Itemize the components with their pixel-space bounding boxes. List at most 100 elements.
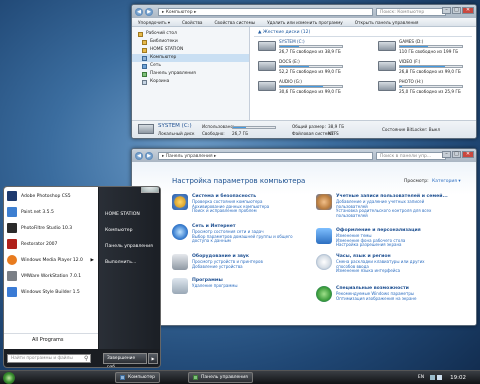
address-bar[interactable]: ▸ Панель управления ▸ [158,151,373,160]
program-item[interactable]: Adobe Photoshop CS5 [4,189,98,203]
category-link[interactable]: Поиск и исправление проблем [192,209,269,214]
taskbar-button-computer[interactable]: Компьютер [115,372,160,383]
paintnet-icon [7,207,17,217]
nav-item-control-panel[interactable]: Панель управления [132,70,249,78]
drive-d[interactable]: GAMES (D:) 110 ГБ свободно из 199 ГБ [378,39,463,54]
nav-item-desktop[interactable]: Рабочий стол [132,30,249,38]
start-menu: Adobe Photoshop CS5 Paint.net 3.5.5 Phot… [3,186,161,368]
control-panel-icon [142,71,147,77]
drive-h[interactable]: PHOTO (H:) 25,0 ГБ свободно из 25,9 ГБ [378,79,463,94]
category-link[interactable]: Изменение языка интерфейса [336,269,425,274]
category-link[interactable]: Удаление программы [192,283,238,289]
nav-item-network[interactable]: Сеть [132,62,249,70]
start-link-control-panel[interactable]: Панель управления [99,239,160,255]
maximize-icon[interactable]: □ [452,151,461,158]
group-header-hard-drives[interactable]: ▲ Жесткие диски (12) [254,27,472,37]
start-search-input[interactable]: Найти программы и файлы [7,354,91,363]
shutdown-button[interactable]: Завершение раб... [103,353,147,367]
drive-usage-bar [399,85,463,88]
drive-e[interactable]: DOCS (E:) 52,2 ГБ свободно из 99,0 ГБ [258,59,343,74]
nav-label: HOME STATION [150,47,184,52]
drive-usage-bar [279,45,343,48]
toolbar-system-properties[interactable]: Свойства системы [214,20,255,25]
toolbar-organize[interactable]: Упорядочить ▾ [138,20,170,25]
programs-icon [172,278,188,294]
category-user-accounts[interactable]: Учетные записи пользователей и семей... Д… [316,194,448,218]
language-indicator[interactable]: EN [418,375,424,380]
category-accessibility[interactable]: Специальные возможности Рекомендуемые Win… [316,286,417,302]
back-icon[interactable]: ◀ [135,151,143,160]
program-item[interactable]: Restorator 2007 [4,237,98,251]
category-link[interactable]: доступа к данным [192,239,293,244]
start-link-computer[interactable]: Компьютер [99,223,160,239]
program-item[interactable]: Windows Media Player 12.0 ▶ [4,253,98,267]
start-link-run[interactable]: Выполнить... [99,255,160,271]
users-icon [316,194,332,210]
control-panel-titlebar[interactable]: ◀ ▶ ▸ Панель управления ▸ Поиск в панели… [132,149,476,162]
user-picture[interactable] [141,187,159,193]
nav-label: Сеть [150,63,161,68]
program-item[interactable]: Paint.net 3.5.5 [4,205,98,219]
program-item[interactable]: PhotoFiltre Studio 10.3 [4,221,98,235]
photofiltre-icon [7,223,17,233]
vmware-icon [7,271,17,281]
drive-c[interactable]: SYSTEM (C:) 26,7 ГБ свободно из 38,9 ГБ [258,39,343,54]
explorer-titlebar[interactable]: ◀ ▶ ▸ Компьютер ▸ Поиск: Компьютер – □ ✕ [132,5,476,18]
drive-free: 26,7 ГБ свободно из 38,9 ГБ [279,49,341,54]
view-dropdown[interactable]: Категория ▾ [432,179,461,184]
category-network-internet[interactable]: Сеть и Интернет Просмотр состояния сети и… [172,224,293,244]
category-link[interactable]: Добавление устройства [192,264,263,270]
drive-free: 25,0 ГБ свободно из 25,9 ГБ [399,89,461,94]
details-pane: SYSTEM (C:) Локальный диск Использовано:… [132,120,476,138]
category-link[interactable]: Настройка разрешения экрана [336,243,421,248]
minimize-icon[interactable]: – [442,151,451,158]
category-appearance[interactable]: Оформление и персонализация Изменение тем… [316,228,421,248]
nav-item-recycle-bin[interactable]: Корзина [132,78,249,86]
network-icon [142,63,147,69]
search-input[interactable]: Поиск: Компьютер [376,7,446,16]
forward-icon[interactable]: ▶ [145,151,153,160]
network-tray-icon[interactable] [430,375,436,380]
category-hardware-sound[interactable]: Оборудование и звук Просмотр устройств и … [172,254,263,270]
nav-item-libraries[interactable]: Библиотеки [132,38,249,46]
program-item[interactable]: Windows Style Builder 1.5 [4,285,98,299]
category-link[interactable]: Оптимизация изображения на экране [336,296,417,302]
category-system-security[interactable]: Система и безопасность Проверка состояния… [172,194,269,214]
taskbar-button-control-panel[interactable]: Панель управления [187,372,253,383]
all-programs-button[interactable]: All Programs [4,333,98,345]
drive-f[interactable]: VIDEO (F:) 26,8 ГБ свободно из 99,0 ГБ [378,59,463,74]
toolbar-control-panel[interactable]: Открыть панель управления [355,20,419,25]
start-orb[interactable] [3,371,15,384]
close-icon[interactable]: ✕ [462,7,474,14]
category-clock-language[interactable]: Часы, язык и регион Смена раскладки клави… [316,254,425,274]
back-icon[interactable]: ◀ [135,7,143,16]
address-bar[interactable]: ▸ Компьютер ▸ [158,7,373,16]
nav-item-user[interactable]: HOME STATION [132,46,249,54]
volume-tray-icon[interactable] [437,375,443,380]
start-link-user[interactable]: HOME STATION [99,207,160,223]
drive-name: SYSTEM (C:) [279,39,305,44]
nav-pane: Рабочий стол Библиотеки HOME STATION Ком… [132,27,250,120]
forward-icon[interactable]: ▶ [145,7,153,16]
clock[interactable]: 19:02 [450,375,466,381]
toolbar-properties[interactable]: Свойства [182,20,202,25]
submenu-arrow-icon[interactable]: ▶ [91,258,94,263]
maximize-icon[interactable]: □ [452,7,461,14]
search-input[interactable]: Поиск в панели упр... [376,151,446,160]
nav-item-computer[interactable]: Компьютер [132,54,249,62]
minimize-icon[interactable]: – [442,7,451,14]
toolbar-uninstall[interactable]: Удалить или изменить программу [267,20,343,25]
shutdown-options-button[interactable]: ▶ [148,353,158,364]
used-label: Использовано: [202,124,235,129]
free-value: 26,7 ГБ [232,131,249,136]
category-programs[interactable]: Программы Удаление программы [172,278,238,294]
program-item[interactable]: VMWare WorkStation 7.0.1 [4,269,98,283]
category-link[interactable]: пользователей [336,213,448,219]
drive-g[interactable]: AUDIO (G:) 30,6 ГБ свободно из 99,0 ГБ [258,79,343,94]
page-title: Настройка параметров компьютера [172,177,306,185]
free-label: Свободно: [202,131,225,136]
details-drive-name: SYSTEM (C:) [158,123,192,129]
tray-icons[interactable] [430,375,443,380]
program-label: Windows Media Player 12.0 [21,257,83,263]
close-icon[interactable]: ✕ [462,151,474,158]
